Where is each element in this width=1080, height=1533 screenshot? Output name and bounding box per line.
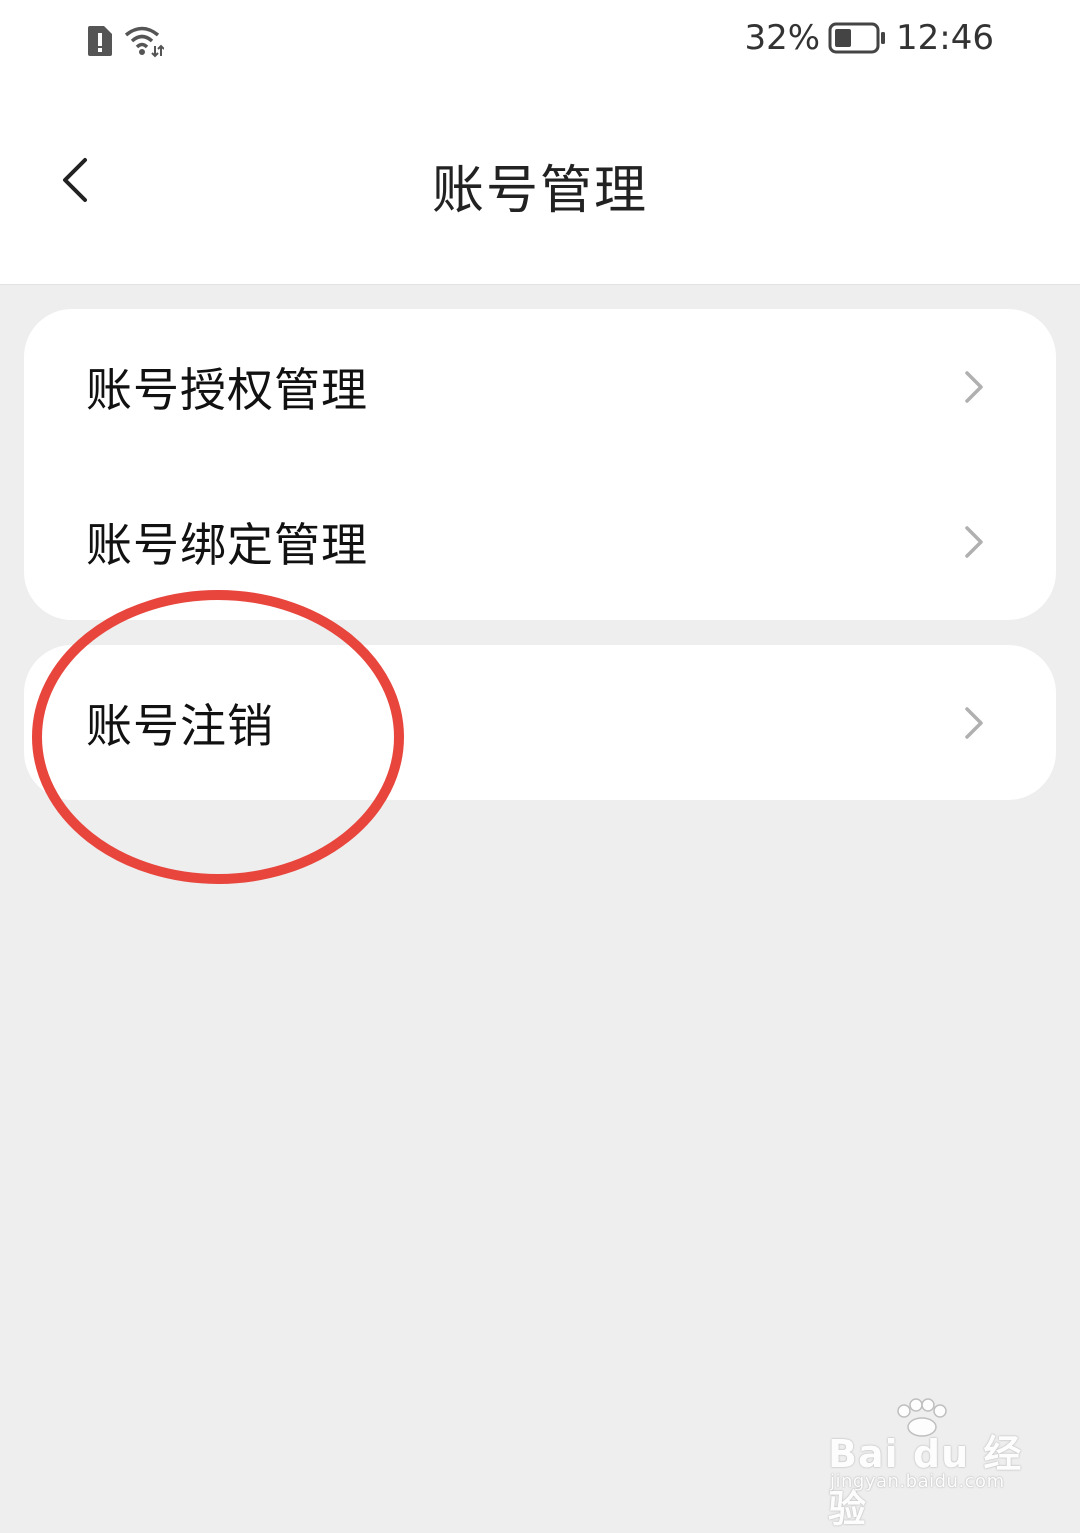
menu-item-account-authorization[interactable]: 账号授权管理 [24, 309, 1056, 465]
menu-card-account-cancellation: 账号注销 [24, 645, 1056, 800]
wifi-icon [124, 26, 164, 58]
page-title: 账号管理 [431, 161, 648, 221]
menu-item-account-cancellation[interactable]: 账号注销 [24, 645, 1056, 800]
chevron-right-icon [965, 706, 983, 739]
menu-item-label: 账号绑定管理 [86, 518, 368, 572]
menu-item-label: 账号授权管理 [86, 363, 368, 417]
menu-item-account-binding[interactable]: 账号绑定管理 [24, 464, 1056, 620]
chevron-right-icon [965, 371, 983, 403]
status-bar: 32% 12:46 [0, 0, 1080, 90]
baidu-jingyan-watermark: Bai du 经验 jingyan.baidu.com [828, 1398, 1028, 1531]
status-icons-left [86, 24, 164, 58]
battery-icon [828, 22, 886, 54]
chevron-right-icon [965, 526, 983, 558]
sim-alert-icon [88, 26, 112, 56]
app-header: 账号管理 [0, 90, 1080, 285]
menu-item-label: 账号注销 [86, 698, 274, 753]
menu-card-account-management: 账号授权管理 账号绑定管理 [24, 309, 1056, 620]
watermark-url: jingyan.baidu.com [830, 1471, 1005, 1492]
status-time: 12:46 [896, 18, 994, 58]
status-icons-right: 32% 12:46 [744, 18, 994, 58]
battery-percent: 32% [744, 18, 821, 58]
